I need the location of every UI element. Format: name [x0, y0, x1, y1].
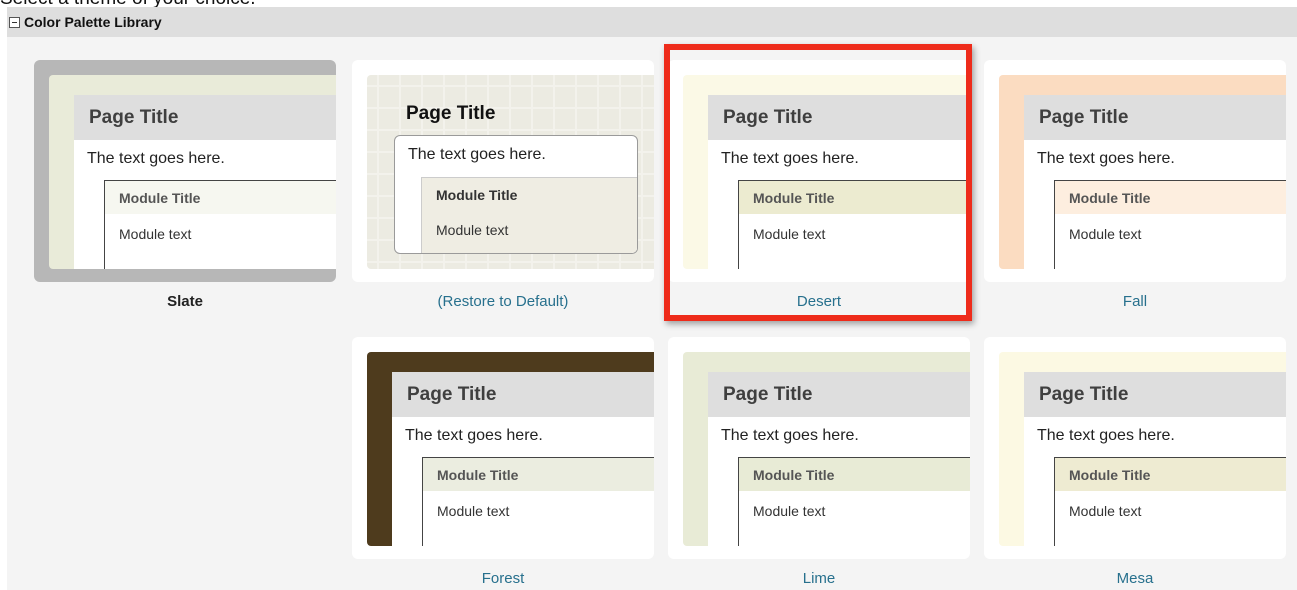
theme-preview-forest: Page Title The text goes here. Module Ti… — [367, 352, 654, 546]
theme-card-default[interactable]: Page Title The text goes here. Module Ti… — [352, 60, 654, 310]
preview-page-title: Page Title — [1039, 384, 1129, 405]
theme-label-desert[interactable]: Desert — [668, 293, 970, 310]
restore-default-link[interactable]: (Restore to Default) — [352, 293, 654, 310]
theme-card-desert[interactable]: Page Title The text goes here. Module Ti… — [668, 60, 970, 310]
preview-module-text: Module text — [437, 503, 510, 519]
minus-box-icon[interactable] — [9, 16, 20, 28]
theme-card-slate[interactable]: Page Title The text goes here. Module Ti… — [34, 60, 336, 310]
preview-module-title: Module Title — [753, 467, 835, 483]
preview-page-title: Page Title — [1039, 107, 1129, 128]
section-title: Color Palette Library — [24, 14, 162, 30]
preview-body-text: The text goes here. — [1037, 427, 1175, 444]
preview-module-title: Module Title — [437, 467, 519, 483]
theme-label-forest[interactable]: Forest — [352, 570, 654, 587]
preview-module-text: Module text — [1069, 226, 1142, 242]
preview-module-text: Module text — [1069, 503, 1142, 519]
theme-preview-default: Page Title The text goes here. Module Ti… — [367, 75, 654, 269]
preview-body-text: The text goes here. — [721, 150, 859, 167]
preview-module-title: Module Title — [1069, 190, 1151, 206]
preview-body-text: The text goes here. — [405, 427, 543, 444]
theme-card-forest[interactable]: Page Title The text goes here. Module Ti… — [352, 337, 654, 587]
preview-module-title: Module Title — [119, 190, 201, 206]
theme-card-lime[interactable]: Page Title The text goes here. Module Ti… — [668, 337, 970, 587]
preview-page-title: Page Title — [723, 384, 813, 405]
theme-preview-slate: Page Title The text goes here. Module Ti… — [49, 75, 336, 269]
theme-label-fall[interactable]: Fall — [984, 293, 1286, 310]
preview-page-title: Page Title — [407, 384, 497, 405]
preview-module-text: Module text — [119, 226, 192, 242]
section-header[interactable]: Color Palette Library — [7, 7, 1297, 37]
preview-module-title: Module Title — [753, 190, 835, 206]
theme-label-slate: Slate — [167, 293, 203, 310]
preview-module-title: Module Title — [1069, 467, 1151, 483]
preview-page-title: Page Title — [723, 107, 813, 128]
preview-body-text: The text goes here. — [87, 150, 225, 167]
preview-body-text: The text goes here. — [1037, 150, 1175, 167]
theme-preview-mesa: Page Title The text goes here. Module Ti… — [999, 352, 1286, 546]
preview-module-title: Module Title — [436, 187, 518, 203]
preview-module-text: Module text — [753, 503, 826, 519]
preview-page-title: Page Title — [406, 103, 496, 124]
theme-preview-desert: Page Title The text goes here. Module Ti… — [683, 75, 970, 269]
theme-preview-fall: Page Title The text goes here. Module Ti… — [999, 75, 1286, 269]
theme-label-mesa[interactable]: Mesa — [984, 570, 1286, 587]
theme-preview-lime: Page Title The text goes here. Module Ti… — [683, 352, 970, 546]
preview-body-text: The text goes here. — [408, 146, 546, 163]
preview-page-title: Page Title — [89, 107, 179, 128]
theme-label-lime[interactable]: Lime — [668, 570, 970, 587]
palette-grid: Page Title The text goes here. Module Ti… — [7, 37, 1297, 590]
theme-card-mesa[interactable]: Page Title The text goes here. Module Ti… — [984, 337, 1286, 587]
theme-card-fall[interactable]: Page Title The text goes here. Module Ti… — [984, 60, 1286, 310]
preview-module-text: Module text — [436, 222, 509, 238]
preview-module-text: Module text — [753, 226, 826, 242]
preview-body-text: The text goes here. — [721, 427, 859, 444]
